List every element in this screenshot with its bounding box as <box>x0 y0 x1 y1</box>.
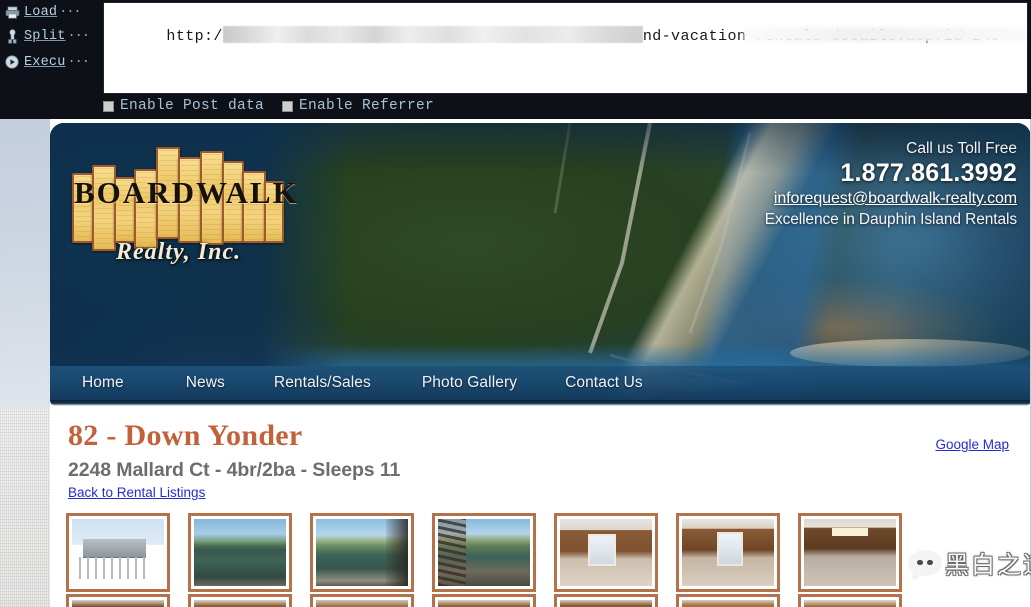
phone-number: 1.877.861.3992 <box>840 159 1017 187</box>
main-navigation: Home News Rentals/Sales Photo Gallery Co… <box>50 366 1031 400</box>
thumbnail-row <box>66 513 902 592</box>
execute-button[interactable]: Execu ··· <box>4 52 98 72</box>
split-button[interactable]: Split ··· <box>4 26 98 46</box>
header-contact-block: Call us Toll Free 1.877.861.3992 inforeq… <box>765 139 1017 230</box>
play-icon <box>4 54 20 70</box>
execute-button-ellipsis: ··· <box>67 54 90 70</box>
thumbnail-image <box>72 519 164 586</box>
thumb-living-room-2[interactable] <box>676 513 780 592</box>
nav-item-rentals-sales[interactable]: Rentals/Sales <box>274 374 371 392</box>
back-to-rental-listings-link[interactable]: Back to Rental Listings <box>68 485 205 500</box>
thumb-deck-canal-view[interactable] <box>432 513 536 592</box>
thumb-exterior-stilt-house[interactable] <box>66 513 170 592</box>
enable-referrer-label: Enable Referrer <box>299 98 435 114</box>
thumbnail-image <box>682 519 774 586</box>
thumb-bedroom-2[interactable] <box>554 594 658 607</box>
load-button[interactable]: Load ··· <box>4 2 98 22</box>
thumbnail-image <box>316 519 408 586</box>
listing-title: 82 - Down Yonder <box>68 419 303 452</box>
logo-wordmark: BOARDWALK <box>74 175 299 210</box>
google-map-link[interactable]: Google Map <box>935 437 1009 452</box>
request-options-row: Enable Post data Enable Referrer <box>103 95 434 117</box>
load-button-ellipsis: ··· <box>59 4 81 20</box>
thumb-bathroom-vanity[interactable] <box>676 594 780 607</box>
browser-page-area: BOARDWALK Realty, Inc. Call us Toll Free… <box>0 119 1031 607</box>
nav-item-news[interactable]: News <box>186 374 225 392</box>
printer-icon <box>4 4 20 20</box>
thumbnail-image <box>682 600 774 607</box>
wrench-icon <box>4 28 20 44</box>
thumb-canal-view-deck[interactable] <box>310 513 414 592</box>
thumb-dining-room[interactable] <box>188 594 292 607</box>
thumbnail-image <box>560 519 652 586</box>
thumb-canal-waterfront[interactable] <box>188 513 292 592</box>
thumbnail-image <box>438 600 530 607</box>
checkbox-box-referrer[interactable] <box>282 100 294 112</box>
nav-item-home[interactable]: Home <box>82 374 124 392</box>
tool-sidebar: Load ··· Split ··· Execu ··· <box>0 0 100 119</box>
thumb-kitchen[interactable] <box>310 594 414 607</box>
thumbnail-image <box>194 600 286 607</box>
split-button-ellipsis: ··· <box>67 28 90 44</box>
execute-button-label: Execu <box>24 54 66 70</box>
checkbox-box-post-data[interactable] <box>103 100 114 112</box>
listing-subtitle: 2248 Mallard Ct - 4br/2ba - Sleeps 11 <box>68 459 401 481</box>
enable-post-data-checkbox[interactable]: Enable Post data <box>103 98 264 114</box>
thumb-bedroom-1[interactable] <box>432 594 536 607</box>
nav-item-contact-us[interactable]: Contact Us <box>565 374 643 392</box>
header-tagline: Excellence in Dauphin Island Rentals <box>764 211 1017 228</box>
thumb-living-room-kitchen-bar[interactable] <box>798 513 902 592</box>
boardwalk-realty-logo[interactable]: BOARDWALK Realty, Inc. <box>64 135 299 287</box>
listing-detail-section: 82 - Down Yonder 2248 Mallard Ct - 4br/2… <box>50 406 1031 607</box>
toll-free-label: Call us Toll Free <box>906 140 1017 157</box>
logo-subtitle: Realty, Inc. <box>116 239 242 265</box>
thumb-living-room-1[interactable] <box>554 513 658 592</box>
thumb-bedroom-dresser[interactable] <box>798 594 902 607</box>
page-background-texture <box>0 409 54 607</box>
thumbnail-row <box>66 594 902 607</box>
thumbnail-image <box>194 519 286 586</box>
site-header-banner: BOARDWALK Realty, Inc. Call us Toll Free… <box>50 123 1031 400</box>
site-content-column: BOARDWALK Realty, Inc. Call us Toll Free… <box>50 119 1031 607</box>
thumbnail-image <box>72 600 164 607</box>
request-tool-window: Load ··· Split ··· Execu ··· http:/ nd-v… <box>0 0 1031 119</box>
enable-referrer-checkbox[interactable]: Enable Referrer <box>282 98 434 114</box>
nav-item-photo-gallery[interactable]: Photo Gallery <box>422 374 517 392</box>
thumbnail-image <box>804 519 896 586</box>
thumbnail-image <box>438 519 530 586</box>
thumbnail-image <box>560 600 652 607</box>
url-input[interactable] <box>103 2 1028 94</box>
load-button-label: Load <box>24 4 58 20</box>
thumb-den[interactable] <box>66 594 170 607</box>
email-link[interactable]: inforequest@boardwalk-realty.com <box>765 188 1017 209</box>
split-button-label: Split <box>24 28 66 44</box>
enable-post-data-label: Enable Post data <box>120 98 265 114</box>
thumbnail-image <box>804 600 896 607</box>
thumbnail-image <box>316 600 408 607</box>
